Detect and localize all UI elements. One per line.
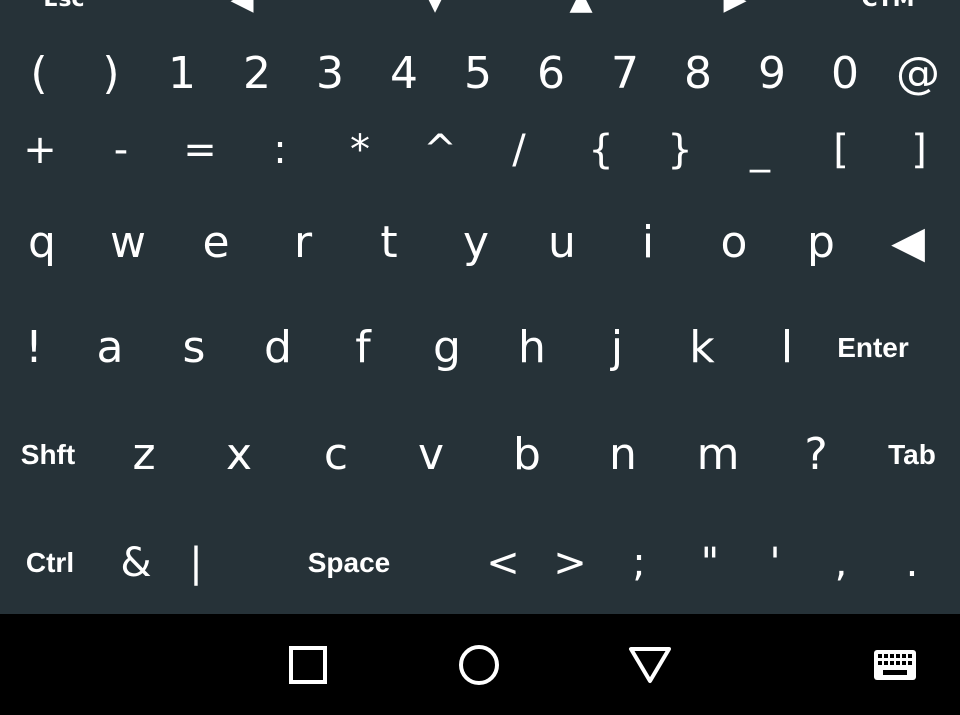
- enter-key[interactable]: Enter: [818, 313, 928, 383]
- key-esc[interactable]: Esc: [34, 0, 94, 15]
- key-period[interactable]: .: [877, 528, 947, 598]
- key-g[interactable]: g: [405, 313, 489, 383]
- key-t[interactable]: t: [347, 208, 431, 278]
- key-plus[interactable]: +: [0, 120, 80, 180]
- key-at[interactable]: @: [882, 44, 954, 104]
- key-double-quote[interactable]: ": [675, 528, 745, 598]
- key-v[interactable]: v: [383, 420, 479, 490]
- key-h[interactable]: h: [490, 313, 574, 383]
- key-4[interactable]: 4: [368, 44, 440, 104]
- keyboard-icon: [874, 649, 916, 680]
- key-slash[interactable]: /: [479, 120, 559, 180]
- key-down-arrow[interactable]: ▼: [405, 0, 465, 15]
- key-3[interactable]: 3: [294, 44, 366, 104]
- key-w[interactable]: w: [86, 208, 170, 278]
- key-n[interactable]: n: [575, 420, 671, 490]
- key-k[interactable]: k: [660, 313, 744, 383]
- shift-key[interactable]: Shft: [0, 420, 96, 490]
- key-q[interactable]: q: [0, 208, 84, 278]
- key-exclamation[interactable]: !: [0, 313, 76, 383]
- key-paren-open[interactable]: (: [3, 44, 75, 104]
- recent-apps-button[interactable]: [263, 614, 353, 715]
- soft-keyboard: Esc ◀ ▼ ▲ ▶ CTM ( ) 1 2 3 4 5 6 7 8 9 0 …: [0, 0, 960, 614]
- keyboard-switch-button[interactable]: [850, 614, 940, 715]
- key-j[interactable]: j: [575, 313, 659, 383]
- tab-key[interactable]: Tab: [864, 420, 960, 490]
- key-right-arrow[interactable]: ▶: [705, 0, 765, 15]
- key-up-arrow[interactable]: ▲: [551, 0, 611, 15]
- key-comma[interactable]: ,: [806, 528, 876, 598]
- navigation-bar: [0, 614, 960, 715]
- key-d[interactable]: d: [236, 313, 320, 383]
- key-caret[interactable]: ^: [400, 120, 480, 180]
- square-icon: [289, 645, 327, 684]
- circle-icon: [459, 644, 499, 685]
- key-6[interactable]: 6: [515, 44, 587, 104]
- key-b[interactable]: b: [479, 420, 575, 490]
- key-semicolon[interactable]: ;: [604, 528, 674, 598]
- key-a[interactable]: a: [68, 313, 152, 383]
- ctrl-key[interactable]: Ctrl: [15, 528, 85, 598]
- key-1[interactable]: 1: [146, 44, 218, 104]
- key-pipe[interactable]: |: [161, 528, 231, 598]
- key-x[interactable]: x: [191, 420, 287, 490]
- key-m[interactable]: m: [670, 420, 766, 490]
- key-equals[interactable]: =: [160, 120, 240, 180]
- key-brace-open[interactable]: {: [561, 120, 641, 180]
- key-r[interactable]: r: [261, 208, 345, 278]
- key-l[interactable]: l: [745, 313, 829, 383]
- key-minus[interactable]: -: [81, 120, 161, 180]
- key-o[interactable]: o: [692, 208, 776, 278]
- key-brace-close[interactable]: }: [640, 120, 720, 180]
- key-underscore[interactable]: _: [720, 120, 800, 180]
- backspace-key[interactable]: ◀: [866, 208, 950, 278]
- key-greater-than[interactable]: >: [535, 528, 605, 598]
- key-e[interactable]: e: [174, 208, 258, 278]
- key-ctm[interactable]: CTM: [858, 0, 918, 15]
- key-c[interactable]: c: [288, 420, 384, 490]
- key-bracket-close[interactable]: ]: [879, 120, 959, 180]
- key-bracket-open[interactable]: [: [801, 120, 881, 180]
- key-less-than[interactable]: <: [468, 528, 538, 598]
- key-8[interactable]: 8: [662, 44, 734, 104]
- key-i[interactable]: i: [606, 208, 690, 278]
- triangle-down-icon: [629, 646, 671, 683]
- key-colon[interactable]: :: [240, 120, 320, 180]
- key-7[interactable]: 7: [589, 44, 661, 104]
- key-single-quote[interactable]: ': [740, 528, 810, 598]
- key-f[interactable]: f: [321, 313, 405, 383]
- key-p[interactable]: p: [779, 208, 863, 278]
- key-question[interactable]: ?: [768, 420, 864, 490]
- space-key[interactable]: Space: [249, 528, 449, 598]
- key-5[interactable]: 5: [442, 44, 514, 104]
- key-0[interactable]: 0: [809, 44, 881, 104]
- key-paren-close[interactable]: ): [75, 44, 147, 104]
- key-u[interactable]: u: [520, 208, 604, 278]
- key-2[interactable]: 2: [221, 44, 293, 104]
- key-s[interactable]: s: [152, 313, 236, 383]
- home-button[interactable]: [434, 614, 524, 715]
- key-asterisk[interactable]: *: [320, 120, 400, 180]
- key-y[interactable]: y: [434, 208, 518, 278]
- key-z[interactable]: z: [96, 420, 192, 490]
- back-button[interactable]: [605, 614, 695, 715]
- key-9[interactable]: 9: [736, 44, 808, 104]
- key-left-arrow[interactable]: ◀: [212, 0, 272, 15]
